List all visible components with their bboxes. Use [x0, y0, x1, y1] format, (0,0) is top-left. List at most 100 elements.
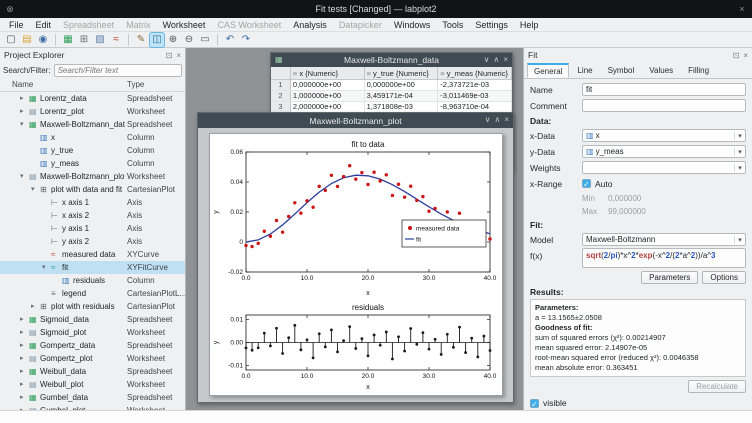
tree-item-lorentz-plot[interactable]: ▸▤Lorentz_plotWorksheet: [0, 105, 186, 118]
tree-item-fit[interactable]: ▾≈fitXYFitCurve: [0, 261, 186, 274]
menu-item-cas-worksheet[interactable]: CAS Worksheet: [211, 20, 287, 30]
residuals-plot[interactable]: 0.010.020.030.040.0-0.010.000.01residual…: [210, 302, 504, 392]
tree-item-x[interactable]: ▥xColumn: [0, 131, 186, 144]
tree-item-x-axis-2[interactable]: ⊢x axis 2Axis: [0, 209, 186, 222]
comment-input[interactable]: [582, 99, 746, 112]
tree-item-weibull-plot[interactable]: ▸▤Weibull_plotWorksheet: [0, 378, 186, 391]
tab-symbol[interactable]: Symbol: [601, 63, 642, 78]
name-input[interactable]: [582, 83, 746, 96]
collapse-arrow-icon[interactable]: ▾: [31, 183, 35, 196]
tab-line[interactable]: Line: [570, 63, 599, 78]
float-panel-icon[interactable]: [166, 51, 173, 60]
minimize-window-icon[interactable]: [484, 53, 490, 67]
expand-arrow-icon[interactable]: ▸: [20, 352, 24, 365]
menu-item-spreadsheet[interactable]: Spreadsheet: [57, 20, 120, 30]
expand-arrow-icon[interactable]: ▸: [31, 300, 35, 313]
menu-item-analysis[interactable]: Analysis: [287, 20, 333, 30]
open-project-icon[interactable]: ▤: [20, 33, 34, 47]
close-panel-icon[interactable]: [176, 51, 181, 60]
spreadsheet-cell[interactable]: 1,000000e+00: [291, 91, 365, 101]
tree-item-sigmoid-data[interactable]: ▸▦Sigmoid_dataSpreadsheet: [0, 313, 186, 326]
collapse-arrow-icon[interactable]: ▾: [20, 118, 24, 131]
spreadsheet-cell[interactable]: 1,371808e-03: [365, 102, 439, 112]
undo-icon[interactable]: ↶: [223, 33, 237, 47]
tree-item-plot-with-residuals[interactable]: ▸⊞plot with residualsCartesianPlot: [0, 300, 186, 313]
maximize-window-icon[interactable]: [493, 53, 499, 67]
new-project-icon[interactable]: ▢: [4, 33, 18, 47]
new-worksheet-icon[interactable]: ▧: [93, 33, 107, 47]
tree-item-legend[interactable]: ≡legendCartesianPlotL...: [0, 287, 186, 300]
close-subwindow-icon[interactable]: [503, 53, 508, 67]
auto-range-checkbox[interactable]: [582, 179, 591, 188]
spreadsheet-cell[interactable]: -3,011469e-03: [438, 91, 512, 101]
expand-arrow-icon[interactable]: ▸: [20, 92, 24, 105]
spreadsheet-cell[interactable]: -8,963710e-04: [438, 102, 512, 112]
expand-arrow-icon[interactable]: ▸: [20, 339, 24, 352]
x-data-select[interactable]: ▥ x: [582, 129, 746, 142]
close-window-icon[interactable]: ×: [736, 3, 748, 15]
fit-plot[interactable]: 0.010.020.030.040.0-0.0200.020.040.06fit…: [210, 136, 504, 298]
tree-item-y-true[interactable]: ▥y_trueColumn: [0, 144, 186, 157]
tree-item-sigmoid-plot[interactable]: ▸▤Sigmoid_plotWorksheet: [0, 326, 186, 339]
tab-values[interactable]: Values: [642, 63, 680, 78]
menu-item-datapicker[interactable]: Datapicker: [333, 20, 388, 30]
maximize-window-icon[interactable]: [494, 113, 500, 127]
new-spreadsheet-icon[interactable]: ▦: [61, 33, 75, 47]
tree-item-plot-with-data-and-fit[interactable]: ▾⊞plot with data and fitCartesianPlot: [0, 183, 186, 196]
spreadsheet-cell[interactable]: 0,000000e+00: [365, 80, 439, 90]
menu-item-tools[interactable]: Tools: [436, 20, 469, 30]
float-panel-icon[interactable]: [733, 51, 740, 60]
spreadsheet-cell[interactable]: 0,000000e+00: [291, 80, 365, 90]
menu-item-edit[interactable]: Edit: [30, 20, 58, 30]
window-menu-icon[interactable]: ⊗: [4, 3, 16, 15]
edit-mode-icon[interactable]: ✎: [134, 33, 148, 47]
tree-item-maxwell-boltzmann-plot[interactable]: ▾▤Maxwell-Boltzmann_plotWorksheet: [0, 170, 186, 183]
column-header-type[interactable]: Type: [127, 80, 144, 89]
expand-arrow-icon[interactable]: ▸: [20, 105, 24, 118]
tab-filling[interactable]: Filling: [681, 63, 716, 78]
save-project-icon[interactable]: ◉: [36, 33, 50, 47]
minimize-window-icon[interactable]: [485, 113, 491, 127]
recalculate-button[interactable]: Recalculate: [688, 380, 746, 393]
worksheet-window-titlebar[interactable]: Maxwell-Boltzmann_plot: [198, 113, 513, 128]
expand-arrow-icon[interactable]: ▸: [20, 313, 24, 326]
fit-page-icon[interactable]: ▭: [198, 33, 212, 47]
tree-item-measured-data[interactable]: ≈measured dataXYCurve: [0, 248, 186, 261]
options-button[interactable]: Options: [702, 271, 746, 284]
select-mode-icon[interactable]: ◫: [150, 33, 164, 47]
collapse-arrow-icon[interactable]: ▾: [20, 170, 24, 183]
menu-item-windows[interactable]: Windows: [388, 20, 437, 30]
spreadsheet-cell[interactable]: 2,000000e+00: [291, 102, 365, 112]
expand-arrow-icon[interactable]: ▸: [20, 378, 24, 391]
new-plot-icon[interactable]: ≈: [109, 33, 123, 47]
column-header-name[interactable]: Name: [12, 80, 33, 89]
visible-checkbox[interactable]: [530, 399, 539, 408]
tree-item-y-axis-2[interactable]: ⊢y axis 2Axis: [0, 235, 186, 248]
spreadsheet-cell[interactable]: 3,459171e-04: [365, 91, 439, 101]
menu-item-worksheet[interactable]: Worksheet: [157, 20, 212, 30]
collapse-arrow-icon[interactable]: ▾: [42, 261, 46, 274]
menu-item-settings[interactable]: Settings: [469, 20, 514, 30]
menu-item-help[interactable]: Help: [514, 20, 545, 30]
tab-general[interactable]: General: [527, 63, 569, 78]
expand-arrow-icon[interactable]: ▸: [20, 391, 24, 404]
weights-select[interactable]: [582, 161, 746, 174]
expand-arrow-icon[interactable]: ▸: [20, 326, 24, 339]
tree-item-gumbel-data[interactable]: ▸▦Gumbel_dataSpreadsheet: [0, 391, 186, 404]
project-explorer-header[interactable]: Project Explorer: [0, 48, 185, 62]
column-header-x[interactable]: x {Numeric}: [291, 67, 365, 79]
tree-item-gompertz-data[interactable]: ▸▦Gompertz_dataSpreadsheet: [0, 339, 186, 352]
fit-dock-header[interactable]: Fit: [524, 48, 752, 62]
tree-item-residuals[interactable]: ▥residualsColumn: [0, 274, 186, 287]
y-data-select[interactable]: ▥ y_meas: [582, 145, 746, 158]
row-number[interactable]: 1: [271, 80, 291, 90]
menu-item-matrix[interactable]: Matrix: [120, 20, 157, 30]
tree-column-headers[interactable]: Name Type: [0, 79, 185, 92]
close-subwindow-icon[interactable]: [504, 113, 509, 127]
zoom-in-icon[interactable]: ⊕: [166, 33, 180, 47]
row-number[interactable]: 2: [271, 91, 291, 101]
search-input[interactable]: [54, 64, 182, 77]
spreadsheet-corner[interactable]: [271, 67, 291, 79]
redo-icon[interactable]: ↷: [239, 33, 253, 47]
column-header-y-meas[interactable]: y_meas {Numeric}: [438, 67, 512, 79]
